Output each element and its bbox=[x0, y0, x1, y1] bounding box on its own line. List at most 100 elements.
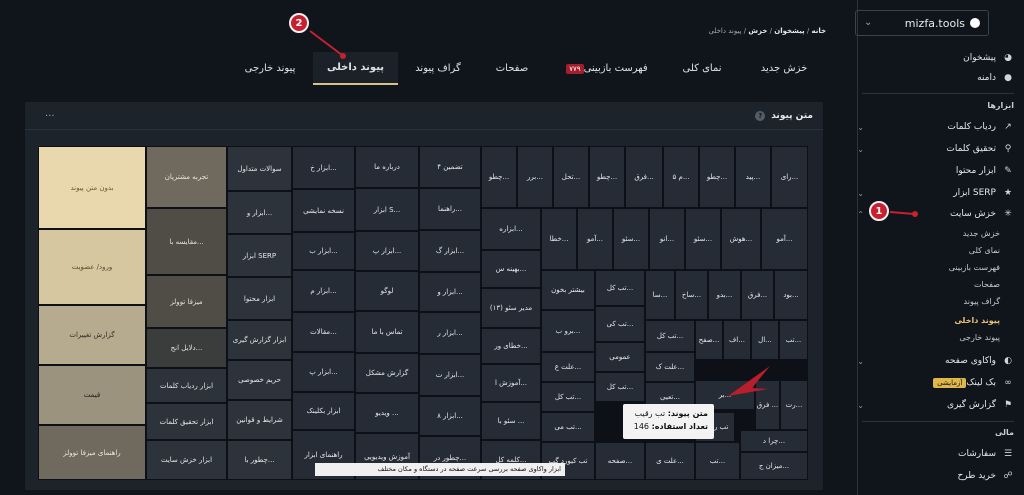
sidebar-subitem-overview[interactable]: نمای کلی bbox=[969, 246, 1000, 255]
more-options-button[interactable]: ... bbox=[45, 108, 55, 119]
treemap-cell[interactable]: رت... bbox=[780, 380, 808, 430]
treemap-cell[interactable]: ۸ ابزار... bbox=[419, 396, 481, 436]
treemap-cell[interactable]: درباره ما bbox=[355, 146, 419, 188]
treemap-cell[interactable]: تب... bbox=[779, 320, 808, 360]
treemap-cell[interactable]: سوالات متداول bbox=[227, 146, 292, 191]
treemap-cell[interactable]: سئو با ... bbox=[481, 402, 541, 440]
treemap-cell[interactable]: انو... bbox=[649, 208, 685, 270]
treemap-cell[interactable]: بدون متن پیوند bbox=[38, 146, 146, 229]
treemap-cell[interactable]: ابزار تحقیق کلمات bbox=[146, 403, 227, 440]
treemap-cell[interactable]: تب... bbox=[695, 442, 740, 480]
treemap-cell[interactable]: تب کل... bbox=[645, 320, 695, 352]
treemap-cell[interactable]: مقایسه با... bbox=[146, 208, 227, 275]
sidebar-item-orders[interactable]: سفارشات ☰ bbox=[958, 445, 1014, 463]
treemap-cell[interactable]: ابزار بکلینک bbox=[292, 392, 355, 430]
treemap-cell[interactable]: تجربه مشتریان bbox=[146, 146, 227, 208]
treemap-cell[interactable]: چرا د... bbox=[740, 430, 808, 452]
treemap-cell[interactable]: فرق... bbox=[741, 270, 774, 320]
treemap-cell[interactable]: سئو... bbox=[613, 208, 649, 270]
tab-overview[interactable]: نمای کلی bbox=[662, 52, 742, 85]
treemap-cell[interactable]: علت ی... bbox=[645, 442, 695, 480]
treemap-cell[interactable]: خطای ور... bbox=[481, 328, 541, 364]
treemap-cell[interactable]: ابزار ب... bbox=[292, 232, 355, 270]
treemap-cell[interactable]: ابزار گزارش گیری bbox=[227, 320, 292, 360]
treemap-cell[interactable]: مقالات... bbox=[292, 312, 355, 352]
sidebar-item-keyword-tracker[interactable]: ⌄ ردیاب کلمات ↗ bbox=[857, 118, 1014, 136]
treemap-cell[interactable]: ویدیو ... bbox=[355, 393, 419, 433]
treemap-cell[interactable]: گزارش تغییرات bbox=[38, 305, 146, 365]
treemap-cell[interactable]: نسخه نمایشی bbox=[292, 189, 355, 232]
sidebar-item-buy-plan[interactable]: خرید طرح ☍ bbox=[957, 467, 1014, 485]
treemap-cell[interactable]: هوش... bbox=[721, 208, 761, 270]
treemap-cell[interactable]: راهنما... bbox=[419, 188, 481, 230]
treemap-cell[interactable]: لوگو bbox=[355, 271, 419, 311]
tab-review-list[interactable]: ۷۷۹ فهرست بازبینی bbox=[550, 52, 660, 85]
treemap-cell[interactable]: صفحه... bbox=[595, 442, 645, 480]
treemap-cell[interactable]: ۴ تضمین bbox=[419, 146, 481, 188]
treemap-cell[interactable]: آمو... bbox=[577, 208, 613, 270]
tab-pages[interactable]: صفحات bbox=[478, 52, 546, 85]
breadcrumb-home[interactable]: خانه bbox=[811, 27, 826, 35]
treemap-cell[interactable]: چطو... bbox=[699, 146, 735, 208]
treemap-cell[interactable]: میزان ج... bbox=[740, 452, 808, 480]
treemap-cell[interactable]: علت ع... bbox=[541, 352, 595, 382]
treemap-cell[interactable]: تب می... bbox=[541, 412, 595, 442]
sidebar-item-domain[interactable]: دامنه ● bbox=[977, 69, 1014, 87]
treemap-cell[interactable]: خطا... bbox=[541, 208, 577, 270]
sidebar-item-page-analysis[interactable]: ⌄ واکاوی صفحه ◐ bbox=[857, 352, 1014, 370]
treemap-cell[interactable]: برر... bbox=[517, 146, 553, 208]
tab-link-graph[interactable]: گراف پیوند bbox=[402, 52, 474, 85]
treemap-cell[interactable]: راهنمای میزفا توولز bbox=[38, 425, 146, 480]
treemap-cell[interactable]: ابزار خ... bbox=[292, 146, 355, 189]
site-selector[interactable]: ⌄ mizfa.tools bbox=[855, 10, 989, 36]
sidebar-item-content-tool[interactable]: ابزار محتوا ✎ bbox=[956, 162, 1014, 180]
treemap-cell[interactable]: سئو... bbox=[685, 208, 721, 270]
treemap-cell[interactable]: ابزار ردیاب کلمات bbox=[146, 368, 227, 403]
treemap-cell[interactable]: بیشتر بخون bbox=[541, 270, 595, 310]
breadcrumb-dashboard[interactable]: پیشخوان bbox=[774, 27, 804, 35]
treemap-cell[interactable]: تماس با ما bbox=[355, 311, 419, 353]
treemap-cell[interactable]: رای... bbox=[771, 146, 808, 208]
breadcrumb-crawl[interactable]: خزش bbox=[748, 27, 767, 35]
treemap-cell[interactable]: بهینه س... bbox=[481, 250, 541, 288]
treemap-cell[interactable]: ابزار و... bbox=[227, 191, 292, 234]
treemap-cell[interactable]: ۵ م... bbox=[663, 146, 699, 208]
treemap-cell[interactable]: سا... bbox=[645, 270, 675, 320]
treemap-cell[interactable]: ورود/ عضویت bbox=[38, 229, 146, 305]
treemap-cell[interactable]: اف... bbox=[723, 320, 751, 360]
treemap-cell[interactable]: ابزار محتوا bbox=[227, 277, 292, 320]
treemap-cell[interactable]: فرق... bbox=[625, 146, 663, 208]
treemap-cell[interactable]: میزفا توولز bbox=[146, 275, 227, 328]
treemap-cell[interactable]: صفح... bbox=[695, 320, 723, 360]
treemap-cell[interactable]: گزارش مشکل bbox=[355, 353, 419, 393]
treemap-cell[interactable]: ال... bbox=[751, 320, 779, 360]
treemap-cell[interactable]: تحل... bbox=[553, 146, 589, 208]
sidebar-subitem-internal-links[interactable]: پیوند داخلی bbox=[954, 316, 1000, 325]
sidebar-subitem-pages[interactable]: صفحات bbox=[974, 280, 1000, 289]
treemap-cell[interactable]: بدو... bbox=[708, 270, 741, 320]
tab-internal-links[interactable]: پیوند داخلی bbox=[313, 52, 398, 85]
treemap-cell[interactable]: چطور با... bbox=[227, 440, 292, 480]
treemap-cell[interactable]: دلایل انج... bbox=[146, 328, 227, 368]
treemap-cell[interactable]: علت ک... bbox=[645, 352, 695, 382]
treemap-cell[interactable]: ابزار S... bbox=[355, 188, 419, 231]
tab-external-links[interactable]: پیوند خارجی bbox=[230, 52, 310, 85]
treemap-cell[interactable]: قیمت bbox=[38, 365, 146, 425]
treemap-cell[interactable]: تب کی... bbox=[595, 306, 645, 342]
treemap-cell[interactable]: ابزاره... bbox=[481, 208, 541, 250]
treemap-cell[interactable]: ابزار ر... bbox=[419, 312, 481, 354]
treemap-cell[interactable]: ابزار ت... bbox=[419, 354, 481, 396]
treemap-cell[interactable]: ابزار SERP bbox=[227, 234, 292, 277]
treemap-cell[interactable]: ابزار و... bbox=[419, 272, 481, 312]
sidebar-item-keyword-research[interactable]: ⌄ تحقیق کلمات ⚲ bbox=[857, 140, 1014, 158]
sidebar-subitem-review-list[interactable]: فهرست بازبینی bbox=[949, 263, 1000, 272]
treemap-cell[interactable]: ابزار خزش سایت bbox=[146, 440, 227, 480]
treemap-cell[interactable]: آموزش ا... bbox=[481, 364, 541, 402]
treemap-cell[interactable]: ابزار م... bbox=[292, 270, 355, 312]
treemap-cell[interactable]: بود... bbox=[774, 270, 808, 320]
treemap-cell[interactable]: چطو... bbox=[481, 146, 517, 208]
treemap-cell[interactable]: تب کل... bbox=[595, 372, 645, 402]
sidebar-item-site-crawl[interactable]: ⌃ خزش سایت ✳ bbox=[857, 205, 1014, 223]
sidebar-item-serp-tool[interactable]: ⌄ ابزار SERP ★ bbox=[857, 184, 1014, 202]
treemap-cell[interactable]: عمومی bbox=[595, 342, 645, 372]
